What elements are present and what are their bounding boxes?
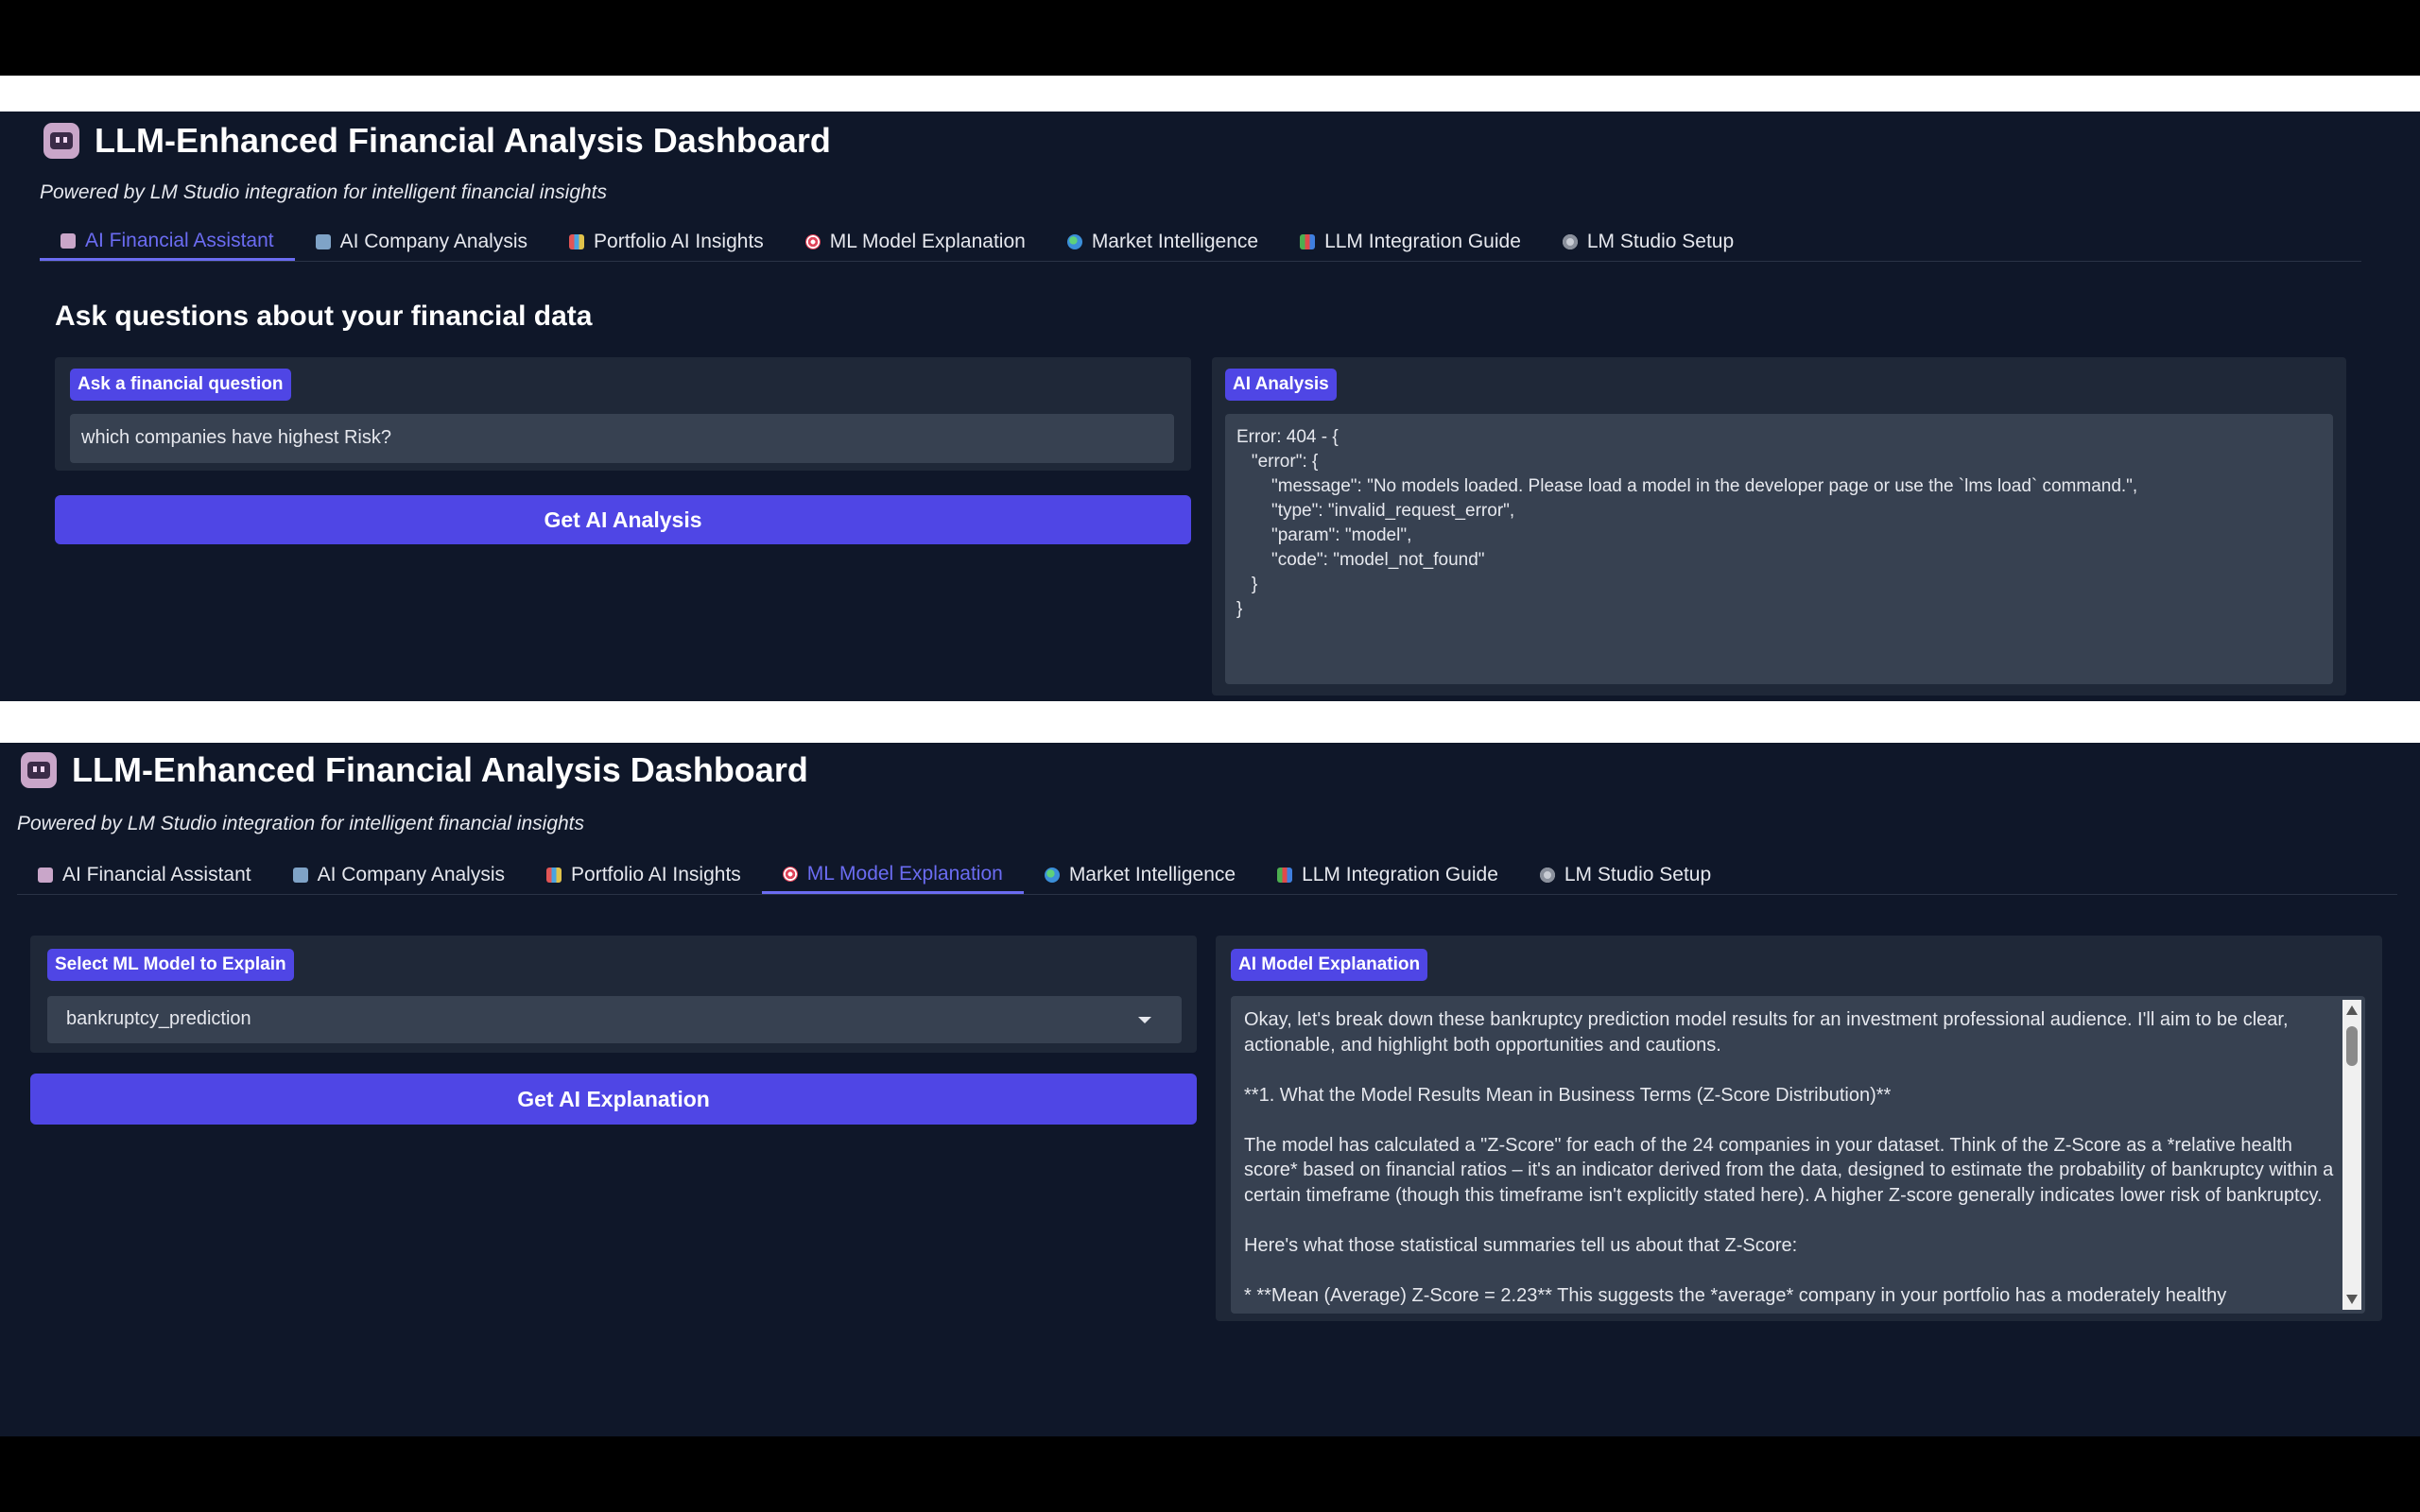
tab-bar: AI Financial Assistant AI Company Analys… (40, 223, 2361, 262)
model-select-card: Select ML Model to Explain bankruptcy_pr… (30, 936, 1197, 1053)
tab-portfolio-ai-insights[interactable]: Portfolio AI Insights (548, 223, 785, 261)
building-icon (315, 234, 331, 249)
explanation-paragraph: Here's what those statistical summaries … (1244, 1234, 1798, 1256)
tab-lm-studio-setup[interactable]: LM Studio Setup (1519, 856, 1732, 894)
tab-label: Market Intelligence (1068, 864, 1236, 885)
tab-ai-financial-assistant[interactable]: AI Financial Assistant (17, 856, 272, 894)
get-ai-explanation-button[interactable]: Get AI Explanation (30, 1074, 1197, 1125)
question-card: Ask a financial question which companies… (55, 357, 1191, 471)
section-heading: Ask questions about your financial data (55, 301, 593, 332)
robot-icon (60, 232, 76, 249)
tab-label: LM Studio Setup (1586, 231, 1735, 252)
chevron-down-icon[interactable] (1138, 1017, 1151, 1023)
tab-label: LM Studio Setup (1564, 864, 1712, 885)
tab-ai-financial-assistant[interactable]: AI Financial Assistant (40, 223, 295, 261)
books-icon (1277, 868, 1293, 883)
question-input[interactable]: which companies have highest Risk? (70, 414, 1174, 463)
robot-icon (38, 868, 53, 883)
tab-label: AI Financial Assistant (62, 864, 251, 885)
tab-bar: AI Financial Assistant AI Company Analys… (17, 856, 2397, 895)
bar-chart-icon (569, 234, 585, 249)
tab-label: LLM Integration Guide (1324, 231, 1521, 252)
gear-icon (1562, 234, 1578, 249)
globe-icon (1066, 234, 1082, 249)
tab-lm-studio-setup[interactable]: LM Studio Setup (1542, 223, 1754, 261)
tab-label: AI Company Analysis (339, 231, 528, 252)
tab-label: ML Model Explanation (806, 862, 1003, 885)
tab-label: AI Financial Assistant (85, 229, 274, 251)
tab-label: AI Company Analysis (317, 864, 506, 885)
model-select-dropdown[interactable]: bankruptcy_prediction (47, 996, 1182, 1043)
app-subtitle: Powered by LM Studio integration for int… (17, 813, 585, 834)
explanation-paragraph: * **Mean (Average) Z-Score = 2.23** This… (1244, 1284, 2227, 1306)
gear-icon (1539, 868, 1555, 883)
get-ai-analysis-button[interactable]: Get AI Analysis (55, 495, 1191, 544)
window-separator (0, 701, 2420, 743)
tab-label: Portfolio AI Insights (594, 231, 764, 252)
tab-ai-company-analysis[interactable]: AI Company Analysis (295, 223, 548, 261)
tab-llm-integration-guide[interactable]: LLM Integration Guide (1279, 223, 1542, 261)
app-title: LLM-Enhanced Financial Analysis Dashboar… (72, 750, 808, 789)
tab-label: Portfolio AI Insights (571, 864, 741, 885)
scroll-down-arrow-icon[interactable] (2346, 1295, 2358, 1304)
tab-label: ML Model Explanation (829, 231, 1026, 252)
model-select-value: bankruptcy_prediction (66, 1008, 251, 1029)
scroll-up-arrow-icon[interactable] (2346, 1005, 2358, 1015)
ai-model-explanation-output: Okay, let's break down these bankruptcy … (1231, 996, 2365, 1314)
tab-label: Market Intelligence (1091, 231, 1259, 252)
ai-model-explanation-label: AI Model Explanation (1231, 949, 1428, 981)
window-separator (0, 76, 2420, 112)
ai-analysis-card: AI Analysis Error: 404 - { "error": { "m… (1212, 357, 2346, 696)
scroll-thumb[interactable] (2346, 1026, 2358, 1066)
screen-financial-assistant: LLM-Enhanced Financial Analysis Dashboar… (0, 112, 2420, 701)
tab-market-intelligence[interactable]: Market Intelligence (1024, 856, 1256, 894)
robot-icon (21, 752, 57, 788)
app-title: LLM-Enhanced Financial Analysis Dashboar… (95, 121, 831, 160)
explanation-paragraph: **1. What the Model Results Mean in Busi… (1244, 1084, 1892, 1106)
globe-icon (1044, 868, 1060, 883)
tab-ai-company-analysis[interactable]: AI Company Analysis (272, 856, 526, 894)
screen-ml-model-explanation: LLM-Enhanced Financial Analysis Dashboar… (0, 743, 2420, 1436)
tab-portfolio-ai-insights[interactable]: Portfolio AI Insights (526, 856, 762, 894)
building-icon (292, 868, 308, 883)
bar-chart-icon (546, 868, 562, 883)
vertical-scrollbar[interactable] (2342, 1000, 2361, 1310)
robot-icon (43, 123, 79, 159)
explanation-paragraph: Okay, let's break down these bankruptcy … (1244, 1009, 2289, 1056)
tab-ml-model-explanation[interactable]: ML Model Explanation (761, 856, 1024, 894)
ai-analysis-label: AI Analysis (1225, 369, 1337, 401)
tab-market-intelligence[interactable]: Market Intelligence (1046, 223, 1279, 261)
explanation-paragraph: The model has calculated a "Z-Score" for… (1244, 1134, 2334, 1206)
tab-label: LLM Integration Guide (1302, 864, 1498, 885)
app-subtitle: Powered by LM Studio integration for int… (40, 181, 608, 203)
books-icon (1300, 234, 1316, 249)
tab-llm-integration-guide[interactable]: LLM Integration Guide (1256, 856, 1519, 894)
question-label: Ask a financial question (70, 369, 291, 401)
ai-model-explanation-card: AI Model Explanation Okay, let's break d… (1216, 936, 2382, 1321)
tab-ml-model-explanation[interactable]: ML Model Explanation (785, 223, 1046, 261)
model-select-label: Select ML Model to Explain (47, 949, 294, 981)
target-icon (782, 866, 798, 882)
ai-analysis-output: Error: 404 - { "error": { "message": "No… (1225, 414, 2333, 684)
target-icon (804, 234, 821, 249)
